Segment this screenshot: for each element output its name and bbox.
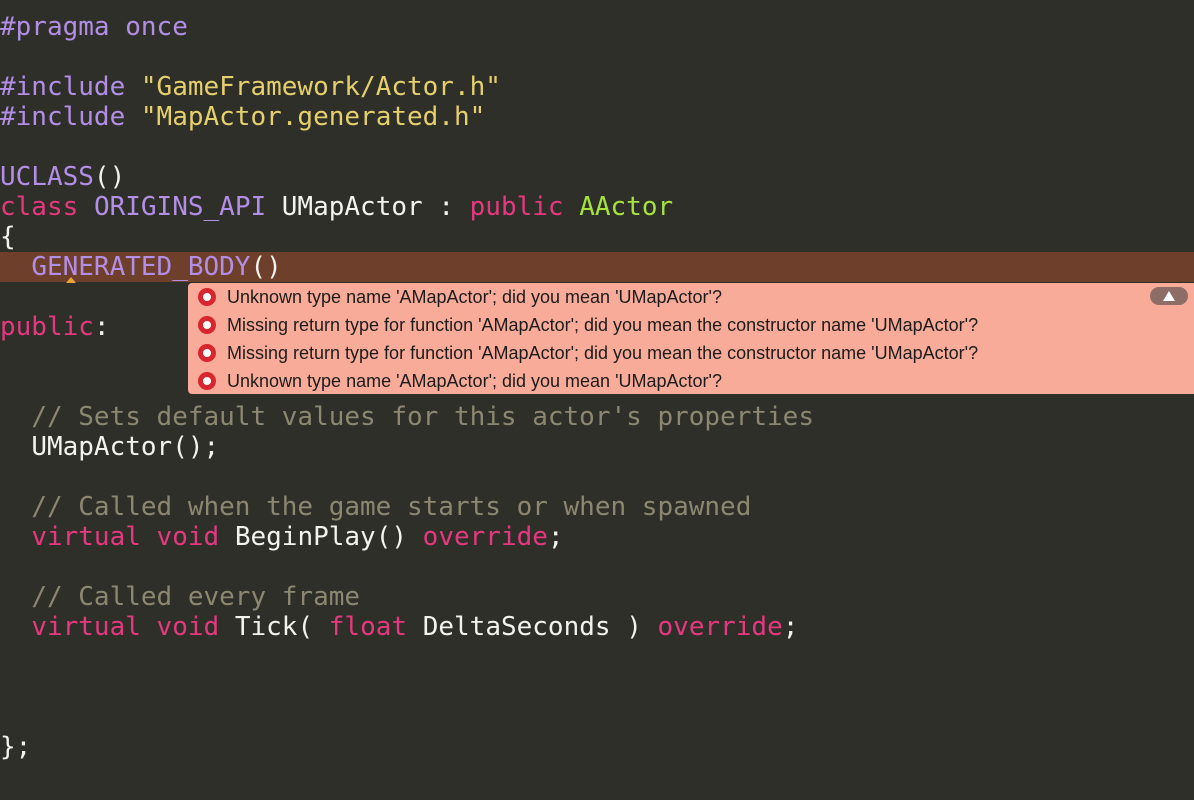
token-void-keyword: void — [156, 612, 220, 642]
code-line-6[interactable]: UCLASS() — [0, 162, 125, 192]
token-public-keyword: public — [0, 312, 94, 342]
error-circle-icon — [198, 288, 216, 306]
token-closing-brace: }; — [0, 732, 32, 762]
code-line-14[interactable]: // Sets default values for this actor's … — [0, 402, 814, 432]
token-class-name: UMapActor — [281, 192, 423, 222]
token-brace: { — [0, 222, 16, 252]
warning-caret-icon — [66, 277, 76, 283]
token-override-keyword: override — [422, 522, 548, 552]
token-void-keyword: void — [156, 522, 220, 552]
token-include-path: "MapActor.generated.h" — [140, 102, 486, 132]
token-include: #include — [0, 102, 126, 132]
token-api-macro: ORIGINS_API — [93, 192, 267, 222]
code-line-4[interactable]: #include "MapActor.generated.h" — [0, 102, 485, 132]
token-virtual-keyword: virtual — [31, 522, 141, 552]
token-function-name: Tick( — [234, 612, 314, 642]
issue-row[interactable]: Missing return type for function 'AMapAc… — [198, 339, 978, 367]
collapse-up-triangle-icon — [1163, 291, 1175, 301]
token-parameter: DeltaSeconds ) — [422, 612, 642, 642]
code-line-15[interactable]: UMapActor(); — [0, 432, 219, 462]
issue-message: Missing return type for function 'AMapAc… — [227, 343, 979, 363]
issue-row[interactable]: Unknown type name 'AMapActor'; did you m… — [198, 283, 722, 311]
token-base-class: AActor — [579, 192, 674, 222]
token-comment: // Called every frame — [31, 582, 361, 612]
code-line-8[interactable]: { — [0, 222, 16, 252]
token-parens: () — [250, 252, 282, 282]
code-line-20[interactable]: // Called every frame — [0, 582, 360, 612]
code-line-11[interactable]: public: — [0, 312, 110, 342]
token-virtual-keyword: virtual — [31, 612, 141, 642]
token-uclass: UCLASS — [0, 162, 94, 192]
token-function-name: BeginPlay() — [234, 522, 408, 552]
token-once: once — [125, 12, 188, 42]
code-line-18[interactable]: virtual void BeginPlay() override; — [0, 522, 564, 552]
code-line-21[interactable]: virtual void Tick( float DeltaSeconds ) … — [0, 612, 798, 642]
token-include: #include — [0, 72, 126, 102]
code-line-25[interactable]: }; — [0, 732, 31, 762]
error-circle-icon — [198, 344, 216, 362]
code-line-9-error[interactable]: GENERATED_BODY() — [0, 252, 1194, 282]
issue-row[interactable]: Unknown type name 'AMapActor'; did you m… — [198, 367, 722, 395]
issue-message: Unknown type name 'AMapActor'; did you m… — [227, 371, 722, 391]
error-circle-icon — [198, 316, 216, 334]
token-class-keyword: class — [0, 192, 79, 222]
token-semicolon: ; — [782, 612, 799, 642]
issue-message: Missing return type for function 'AMapAc… — [227, 315, 979, 335]
token-semicolon: ; — [547, 522, 564, 552]
issue-row[interactable]: Missing return type for function 'AMapAc… — [198, 311, 978, 339]
collapse-issues-button[interactable] — [1150, 287, 1188, 305]
issue-message: Unknown type name 'AMapActor'; did you m… — [227, 287, 722, 307]
token-colon: : — [438, 192, 454, 222]
token-include-path: "GameFramework/Actor.h" — [140, 72, 501, 102]
token-constructor: UMapActor(); — [31, 432, 220, 462]
token-colon: : — [93, 312, 110, 342]
token-comment: // Called when the game starts or when s… — [31, 492, 752, 522]
code-line-17[interactable]: // Called when the game starts or when s… — [0, 492, 751, 522]
token-override-keyword: override — [657, 612, 783, 642]
token-generated-body: GENERATED_BODY — [31, 252, 251, 282]
issue-panel[interactable]: Unknown type name 'AMapActor'; did you m… — [188, 283, 1194, 394]
code-editor[interactable]: #pragma once #include "GameFramework/Act… — [0, 0, 1194, 800]
token-parens: () — [93, 162, 126, 192]
token-pragma: #pragma — [0, 12, 110, 42]
code-line-1[interactable]: #pragma once — [0, 12, 188, 42]
token-public-keyword: public — [469, 192, 564, 222]
token-float-keyword: float — [328, 612, 408, 642]
token-comment: // Sets default values for this actor's … — [31, 402, 814, 432]
code-line-7[interactable]: class ORIGINS_API UMapActor : public AAc… — [0, 192, 673, 222]
code-line-3[interactable]: #include "GameFramework/Actor.h" — [0, 72, 501, 102]
error-circle-icon — [198, 372, 216, 390]
